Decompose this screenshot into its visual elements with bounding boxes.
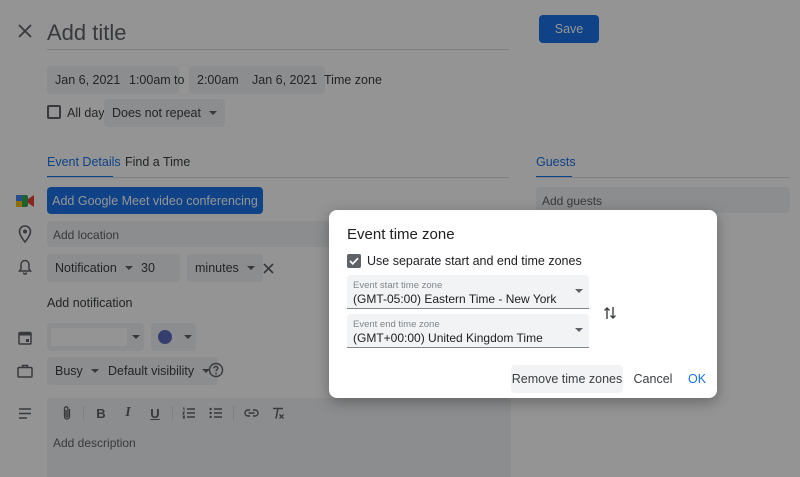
start-timezone-select[interactable]: Event start time zone (GMT-05:00) Easter… bbox=[347, 275, 589, 309]
chevron-down-icon bbox=[575, 328, 583, 332]
cancel-label: Cancel bbox=[633, 372, 673, 386]
start-timezone-label: Event start time zone bbox=[353, 280, 443, 291]
separate-timezones-label: Use separate start and end time zones bbox=[367, 254, 582, 268]
remove-timezones-button[interactable]: Remove time zones bbox=[511, 365, 623, 393]
start-timezone-value: (GMT-05:00) Eastern Time - New York bbox=[353, 292, 557, 306]
chevron-down-icon bbox=[575, 289, 583, 293]
ok-label: OK bbox=[687, 372, 707, 386]
ok-button[interactable]: OK bbox=[681, 365, 713, 393]
dialog-title: Event time zone bbox=[347, 226, 455, 243]
check-icon bbox=[349, 257, 359, 265]
end-timezone-value: (GMT+00:00) United Kingdom Time bbox=[353, 331, 543, 345]
remove-timezones-label: Remove time zones bbox=[511, 372, 623, 386]
swap-icon[interactable] bbox=[601, 303, 619, 323]
cancel-button[interactable]: Cancel bbox=[629, 365, 677, 393]
separate-timezones-checkbox[interactable] bbox=[347, 254, 361, 268]
timezone-dialog: Event time zone Use separate start and e… bbox=[329, 210, 717, 398]
end-timezone-select[interactable]: Event end time zone (GMT+00:00) United K… bbox=[347, 314, 589, 348]
end-timezone-label: Event end time zone bbox=[353, 319, 440, 330]
